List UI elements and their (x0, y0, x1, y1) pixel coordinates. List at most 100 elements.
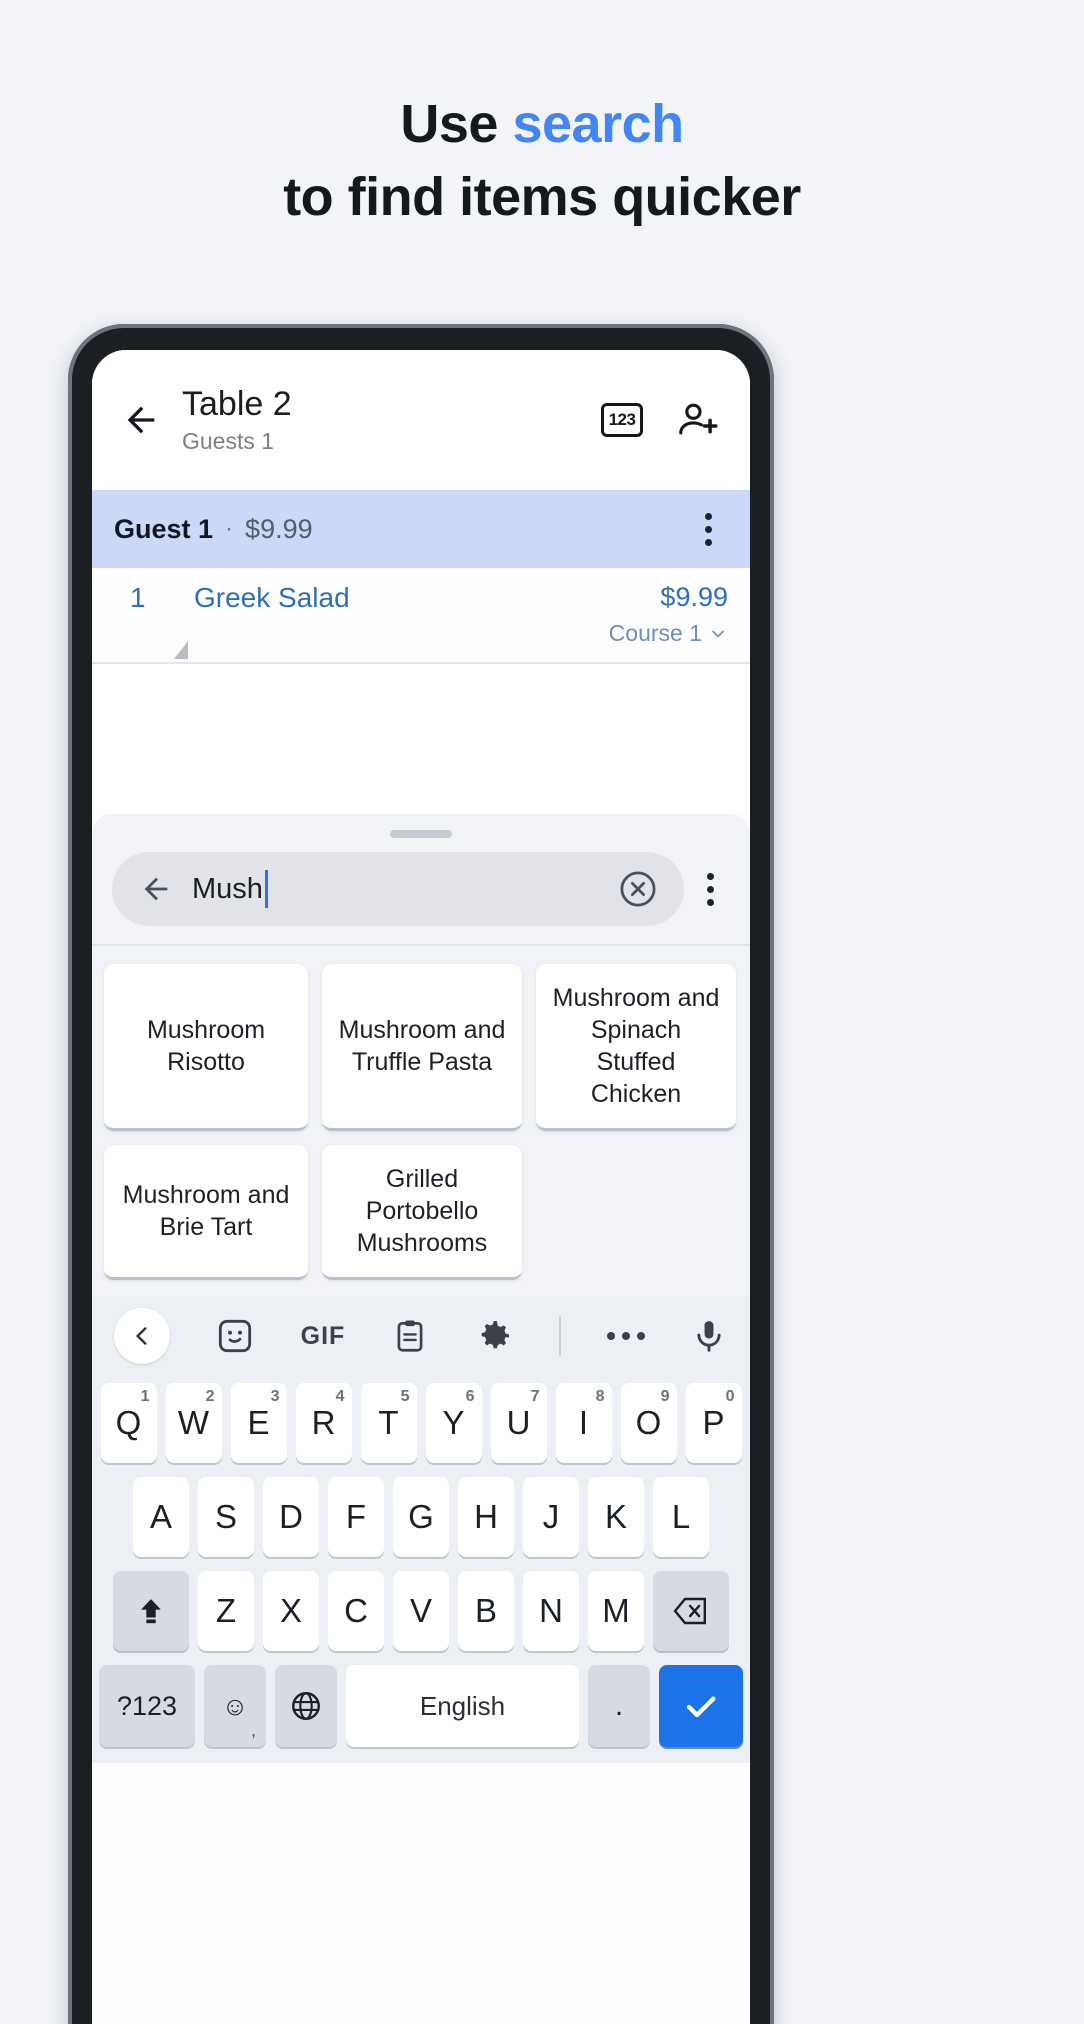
clipboard-button[interactable] (391, 1308, 429, 1364)
key-number: 6 (465, 1388, 475, 1405)
key-number: 1 (140, 1388, 150, 1405)
item-course-label: Course 1 (608, 620, 702, 646)
key-p[interactable]: 0P (685, 1383, 742, 1463)
search-value-wrapper: Mush (192, 870, 612, 908)
phone-screen: Table 2 Guests 1 123 Guest 1 · $9.99 1 G… (92, 350, 750, 2024)
key-y[interactable]: 6Y (425, 1383, 482, 1463)
microphone-icon (697, 1321, 721, 1352)
headline-line-1: Use search (0, 88, 1084, 161)
key-w[interactable]: 2W (165, 1383, 222, 1463)
arrow-left-icon (127, 406, 155, 434)
key-number: 9 (660, 1388, 670, 1405)
search-clear-button[interactable] (612, 868, 664, 910)
app-bar-titles: Table 2 Guests 1 (182, 385, 598, 455)
enter-key[interactable] (659, 1665, 743, 1747)
key-number: 4 (335, 1388, 345, 1405)
suggestion-chip[interactable]: Mushroom and Truffle Pasta (322, 964, 522, 1131)
item-quantity: 1 (130, 582, 146, 613)
key-label: E (247, 1404, 270, 1441)
keyboard-row-2: A S D F G H J K L (92, 1470, 750, 1564)
key-h[interactable]: H (458, 1477, 514, 1557)
key-o[interactable]: 9O (620, 1383, 677, 1463)
key-f[interactable]: F (328, 1477, 384, 1557)
search-overflow-button[interactable] (690, 872, 730, 906)
guest-name: Guest 1 (114, 513, 214, 544)
key-label: Y (442, 1404, 465, 1441)
key-j[interactable]: J (523, 1477, 579, 1557)
key-i[interactable]: 8I (555, 1383, 612, 1463)
key-d[interactable]: D (263, 1477, 319, 1557)
item-course-selector[interactable]: Course 1 (609, 620, 728, 647)
key-l[interactable]: L (653, 1477, 709, 1557)
numpad-button[interactable]: 123 (598, 396, 646, 444)
key-label: P (702, 1404, 725, 1441)
shift-up-icon (141, 1599, 161, 1624)
key-t[interactable]: 5T (360, 1383, 417, 1463)
suggestion-chip[interactable]: Mushroom Risotto (104, 964, 308, 1131)
key-label: W (177, 1404, 210, 1441)
guest-overflow-button[interactable] (688, 512, 728, 546)
keyboard-more-button[interactable] (606, 1308, 645, 1364)
key-g[interactable]: G (393, 1477, 449, 1557)
key-u[interactable]: 7U (490, 1383, 547, 1463)
sheet-drag-handle[interactable] (390, 830, 452, 838)
key-label: O (635, 1404, 662, 1441)
keyboard-toolbar: GIF (92, 1296, 750, 1376)
headline-prefix: Use (400, 94, 513, 154)
key-s[interactable]: S (198, 1477, 254, 1557)
key-number: 8 (595, 1388, 605, 1405)
clipboard-icon (397, 1320, 423, 1352)
search-input[interactable]: Mush (112, 852, 684, 926)
key-number: 7 (530, 1388, 540, 1405)
more-vert-icon (704, 512, 712, 520)
voice-input-button[interactable] (690, 1308, 728, 1364)
search-back-button[interactable] (132, 872, 180, 906)
key-number: 2 (205, 1388, 215, 1405)
keyboard-back-button[interactable] (114, 1308, 170, 1364)
search-row: Mush (92, 838, 750, 944)
add-person-button[interactable] (674, 396, 722, 444)
key-a[interactable]: A (133, 1477, 189, 1557)
more-vert-icon (706, 885, 714, 893)
key-q[interactable]: 1Q (100, 1383, 157, 1463)
space-key[interactable]: English (346, 1665, 579, 1747)
suggestion-chip[interactable]: Mushroom and Spinach Stuffed Chicken (536, 964, 736, 1131)
symbols-key[interactable]: ?123 (99, 1665, 195, 1747)
order-item-row[interactable]: 1 Greek Salad $9.99 Course 1 (92, 568, 750, 664)
keyboard-row-3: Z X C V B N M (92, 1564, 750, 1658)
key-n[interactable]: N (523, 1571, 579, 1651)
key-r[interactable]: 4R (295, 1383, 352, 1463)
key-number: 0 (725, 1388, 735, 1405)
back-button[interactable] (114, 393, 168, 447)
key-e[interactable]: 3E (230, 1383, 287, 1463)
key-label: I (578, 1404, 589, 1441)
key-z[interactable]: Z (198, 1571, 254, 1651)
key-m[interactable]: M (588, 1571, 644, 1651)
suggestion-chip[interactable]: Grilled Portobello Mushrooms (322, 1145, 522, 1280)
keyboard-settings-button[interactable] (474, 1308, 514, 1364)
emoji-key[interactable]: ☺ , (204, 1665, 266, 1747)
key-c[interactable]: C (328, 1571, 384, 1651)
item-right-block: $9.99 Course 1 (609, 582, 728, 647)
language-key[interactable] (275, 1665, 337, 1747)
key-b[interactable]: B (458, 1571, 514, 1651)
more-vert-icon (706, 872, 714, 880)
headline-line-2: to find items quicker (283, 166, 801, 227)
suggestion-chip[interactable]: Mushroom and Brie Tart (104, 1145, 308, 1280)
shift-key[interactable] (113, 1571, 189, 1651)
period-key[interactable]: . (588, 1665, 650, 1747)
gif-button[interactable]: GIF (301, 1308, 346, 1364)
guest-header-row[interactable]: Guest 1 · $9.99 (92, 490, 750, 568)
key-k[interactable]: K (588, 1477, 644, 1557)
app-bar: Table 2 Guests 1 123 (92, 350, 750, 490)
key-number: 3 (270, 1388, 280, 1405)
emoji-icon: ☺ (221, 1690, 249, 1721)
backspace-key[interactable] (653, 1571, 729, 1651)
app-bar-actions: 123 (598, 396, 728, 444)
guest-total: $9.99 (245, 513, 313, 544)
key-x[interactable]: X (263, 1571, 319, 1651)
sticker-button[interactable] (215, 1308, 255, 1364)
key-v[interactable]: V (393, 1571, 449, 1651)
search-value: Mush (192, 872, 263, 905)
chevron-left-icon (114, 1308, 170, 1364)
